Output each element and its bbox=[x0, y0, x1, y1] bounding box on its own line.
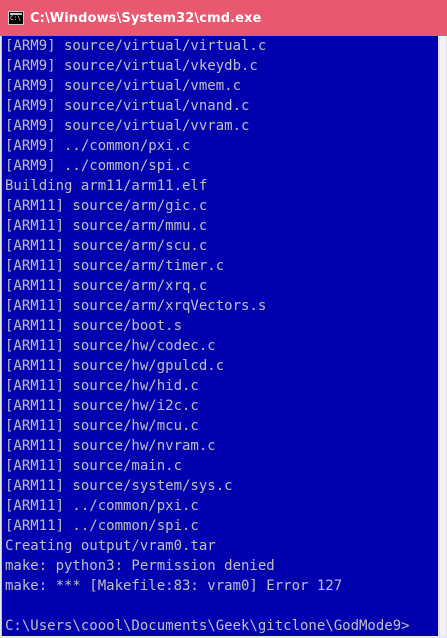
console-line: [ARM9] source/virtual/vmem.c bbox=[5, 78, 242, 94]
console-line: [ARM11] source/arm/mmu.c bbox=[5, 218, 208, 234]
console-line: [ARM11] source/arm/gic.c bbox=[5, 198, 208, 214]
console-line: [ARM11] ../common/pxi.c bbox=[5, 498, 199, 514]
console-line: [ARM11] source/boot.s bbox=[5, 318, 183, 334]
console-line: [ARM11] source/arm/xrq.c bbox=[5, 278, 208, 294]
console-line: [ARM11] source/hw/gpulcd.c bbox=[5, 358, 225, 374]
console-line: [ARM11] source/arm/timer.c bbox=[5, 258, 225, 274]
vertical-scrollbar[interactable] bbox=[438, 36, 447, 636]
console-line: [ARM11] source/hw/i2c.c bbox=[5, 398, 199, 414]
console-line: Creating output/vram0.tar bbox=[5, 538, 216, 554]
console-line: [ARM9] source/virtual/vnand.c bbox=[5, 98, 250, 114]
console-line: [ARM9] source/virtual/vvram.c bbox=[5, 118, 250, 134]
console-line: [ARM9] ../common/spi.c bbox=[5, 158, 191, 174]
console-line: [ARM11] source/main.c bbox=[5, 458, 183, 474]
window-title: C:\Windows\System32\cmd.exe bbox=[30, 10, 262, 26]
console-line: [ARM9] ../common/pxi.c bbox=[5, 138, 191, 154]
console-output[interactable]: [ARM9] source/virtual/virtual.c [ARM9] s… bbox=[1, 36, 438, 636]
console-line: [ARM9] source/virtual/vkeydb.c bbox=[5, 58, 258, 74]
console-line: Building arm11/arm11.elf bbox=[5, 178, 208, 194]
cmd-app-icon[interactable] bbox=[8, 11, 24, 25]
scrollbar-thumb[interactable] bbox=[440, 36, 446, 636]
console-line: [ARM11] ../common/spi.c bbox=[5, 518, 199, 534]
console-line: [ARM11] source/arm/xrqVectors.s bbox=[5, 298, 267, 314]
cmd-window: C:\Windows\System32\cmd.exe [ARM9] sourc… bbox=[0, 0, 447, 638]
console-line: [ARM11] source/hw/nvram.c bbox=[5, 438, 216, 454]
console-line: [ARM9] source/virtual/virtual.c bbox=[5, 38, 267, 54]
console-line: [ARM11] source/system/sys.c bbox=[5, 478, 233, 494]
console-line: make: python3: Permission denied bbox=[5, 558, 275, 574]
console-line: [ARM11] source/arm/scu.c bbox=[5, 238, 208, 254]
title-bar[interactable]: C:\Windows\System32\cmd.exe bbox=[0, 0, 447, 36]
console-line: [ARM11] source/hw/hid.c bbox=[5, 378, 199, 394]
console-line: [ARM11] source/hw/mcu.c bbox=[5, 418, 199, 434]
console-line: make: *** [Makefile:83: vram0] Error 127 bbox=[5, 578, 343, 594]
console-line: [ARM11] source/hw/codec.c bbox=[5, 338, 216, 354]
command-prompt[interactable]: C:\Users\coool\Documents\Geek\gitclone\G… bbox=[5, 616, 410, 636]
